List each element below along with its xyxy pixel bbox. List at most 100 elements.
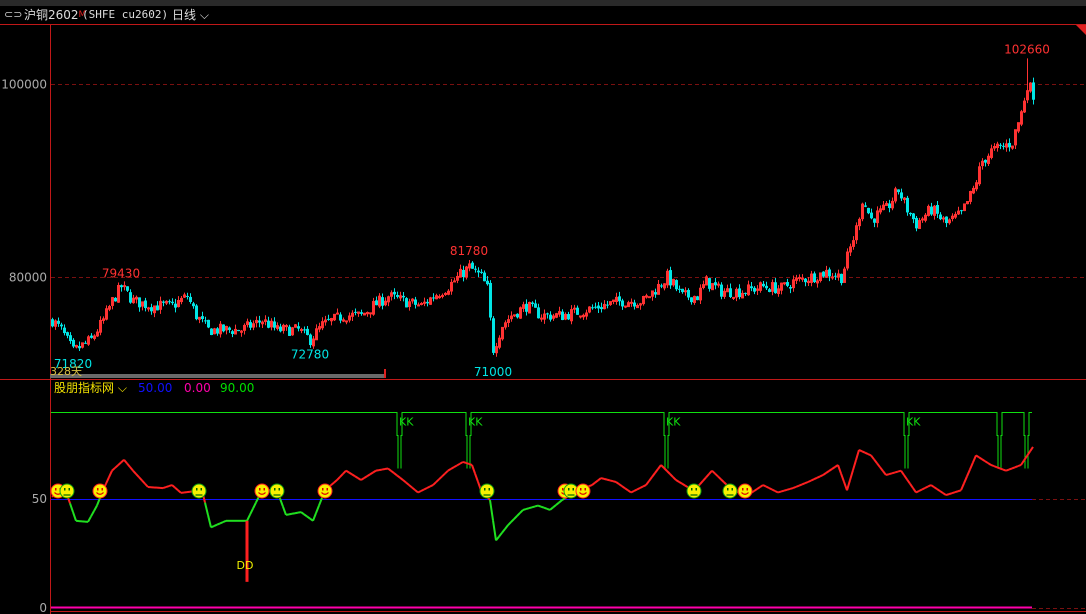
indicator-curve-segment bbox=[945, 493, 950, 497]
indicator-curve-segment bbox=[894, 470, 899, 474]
indicator-curve-segment bbox=[360, 477, 365, 481]
candle-body-down bbox=[309, 334, 312, 346]
smiley-eye bbox=[691, 488, 693, 491]
candle-body-down bbox=[912, 213, 915, 220]
chart-canvas[interactable]: 10000080000 7943071820727808178071000102… bbox=[0, 0, 1086, 614]
indicator-curve-segment bbox=[315, 505, 320, 514]
indicator-curve-segment bbox=[882, 470, 887, 476]
indicator-curve-segment bbox=[1011, 466, 1016, 470]
indicator-curve-segment bbox=[531, 505, 536, 509]
candle-body-down bbox=[477, 270, 480, 273]
indicator-curve-segment bbox=[249, 508, 254, 516]
indicator-curve-segment bbox=[762, 484, 767, 488]
indicator-curve-segment bbox=[849, 469, 854, 481]
candle-body-down bbox=[72, 339, 75, 347]
smiley-eye bbox=[484, 488, 486, 491]
indicator-curve-segment bbox=[219, 521, 224, 525]
candle-body-down bbox=[774, 282, 777, 294]
corner-marker bbox=[1076, 25, 1086, 35]
indicator-curve-segment bbox=[855, 449, 860, 461]
indicator-curve-segment bbox=[918, 488, 923, 492]
indicator-curve-segment bbox=[504, 524, 509, 530]
candle-body-down bbox=[915, 217, 918, 229]
indicator-curve-segment bbox=[870, 454, 875, 460]
candle-body-down bbox=[339, 314, 342, 321]
indicator-curve-segment bbox=[129, 466, 134, 472]
indicator-curve-segment bbox=[300, 511, 305, 516]
indicator-curve-segment bbox=[780, 489, 785, 493]
kk-signal-label: KK bbox=[666, 416, 681, 429]
indicator-curve-segment bbox=[903, 474, 908, 480]
price-extreme-label: 81780 bbox=[450, 244, 488, 258]
indicator-curve-segment bbox=[798, 483, 803, 487]
candle-body-up bbox=[831, 276, 834, 279]
indicator-curve-segment bbox=[642, 484, 647, 488]
indicator-curve-segment bbox=[876, 462, 881, 468]
indicator-curve-segment bbox=[765, 485, 770, 489]
indicator-curve-segment bbox=[933, 486, 938, 490]
candlesticks bbox=[51, 77, 1035, 357]
price-annotations: 7943071820727808178071000102660 bbox=[54, 42, 1050, 379]
candle-body-down bbox=[57, 320, 60, 324]
candle-body-down bbox=[396, 295, 399, 297]
indicator-curve-segment bbox=[951, 491, 956, 495]
indicator-curve-segment bbox=[462, 460, 467, 464]
smiley-eye bbox=[727, 488, 729, 491]
indicator-curve-segment bbox=[912, 487, 917, 494]
candle-body-down bbox=[150, 307, 153, 312]
candle-body-down bbox=[405, 298, 408, 308]
candle-body-up bbox=[540, 317, 543, 320]
indicator-curve-segment bbox=[141, 479, 146, 485]
candle-body-up bbox=[123, 285, 126, 288]
candle-body-down bbox=[381, 297, 384, 306]
indicator-curve-segment bbox=[519, 509, 524, 514]
indicator-curve-segment bbox=[930, 484, 935, 488]
indicator-curve-segment bbox=[132, 469, 137, 475]
indicator-curve-segment bbox=[489, 499, 494, 521]
candle-body-down bbox=[192, 303, 195, 307]
smiley-sad-icon bbox=[479, 483, 495, 499]
indicator-curve-segment bbox=[282, 506, 287, 516]
candle-body-down bbox=[873, 218, 876, 223]
indicator-curve-segment bbox=[660, 464, 665, 469]
smiley-eye bbox=[68, 488, 70, 491]
indicator-curve-segment bbox=[759, 484, 764, 488]
candle-body-down bbox=[660, 285, 663, 287]
smiley-face bbox=[722, 483, 738, 499]
chevron-down-icon: ⌵ bbox=[117, 381, 127, 395]
indicator-curve-segment bbox=[801, 482, 806, 486]
indicator-curve-segment bbox=[873, 458, 878, 464]
indicator-curve-segment bbox=[942, 492, 947, 496]
indicator-curve-segment bbox=[621, 485, 626, 490]
indicator-curve-segment bbox=[993, 465, 998, 469]
indicator-curve-segment bbox=[144, 483, 149, 488]
smiley-face bbox=[254, 483, 270, 499]
indicator-curve-segment bbox=[384, 467, 389, 471]
indicator-curve-segment bbox=[426, 485, 431, 489]
indicator-curve-segment bbox=[444, 469, 449, 475]
indicator-curve-segment bbox=[366, 473, 371, 478]
candle-body-down bbox=[60, 324, 63, 327]
indicator-curve-segment bbox=[399, 476, 404, 481]
smiley-sad-icon bbox=[722, 483, 738, 499]
candle-body-down bbox=[84, 342, 87, 344]
candle-body-down bbox=[288, 326, 291, 336]
smiley-eye bbox=[488, 488, 490, 491]
indicator-selector[interactable]: 股朋指标网 ⌵ bbox=[54, 380, 127, 396]
indicator-y-tick: 0 bbox=[39, 601, 47, 614]
indicator-curve-segment bbox=[465, 462, 470, 465]
indicator-curve-segment bbox=[852, 459, 857, 471]
candle-body-down bbox=[126, 286, 129, 291]
indicator-curve-segment bbox=[714, 472, 719, 478]
indicator-curve-segment bbox=[1008, 467, 1013, 471]
indicator-curve-segment bbox=[636, 487, 641, 491]
candle-body-down bbox=[237, 329, 240, 332]
smiley-sad-icon bbox=[686, 483, 702, 499]
candle-body-down bbox=[483, 272, 486, 282]
indicator-curve-segment bbox=[915, 490, 920, 494]
indicator-curve-segment bbox=[924, 485, 929, 489]
candle-body-down bbox=[687, 289, 690, 298]
indicator-curve-segment bbox=[105, 476, 110, 485]
price-extreme-label: 79430 bbox=[102, 267, 140, 281]
indicator-curve-segment bbox=[651, 472, 656, 478]
